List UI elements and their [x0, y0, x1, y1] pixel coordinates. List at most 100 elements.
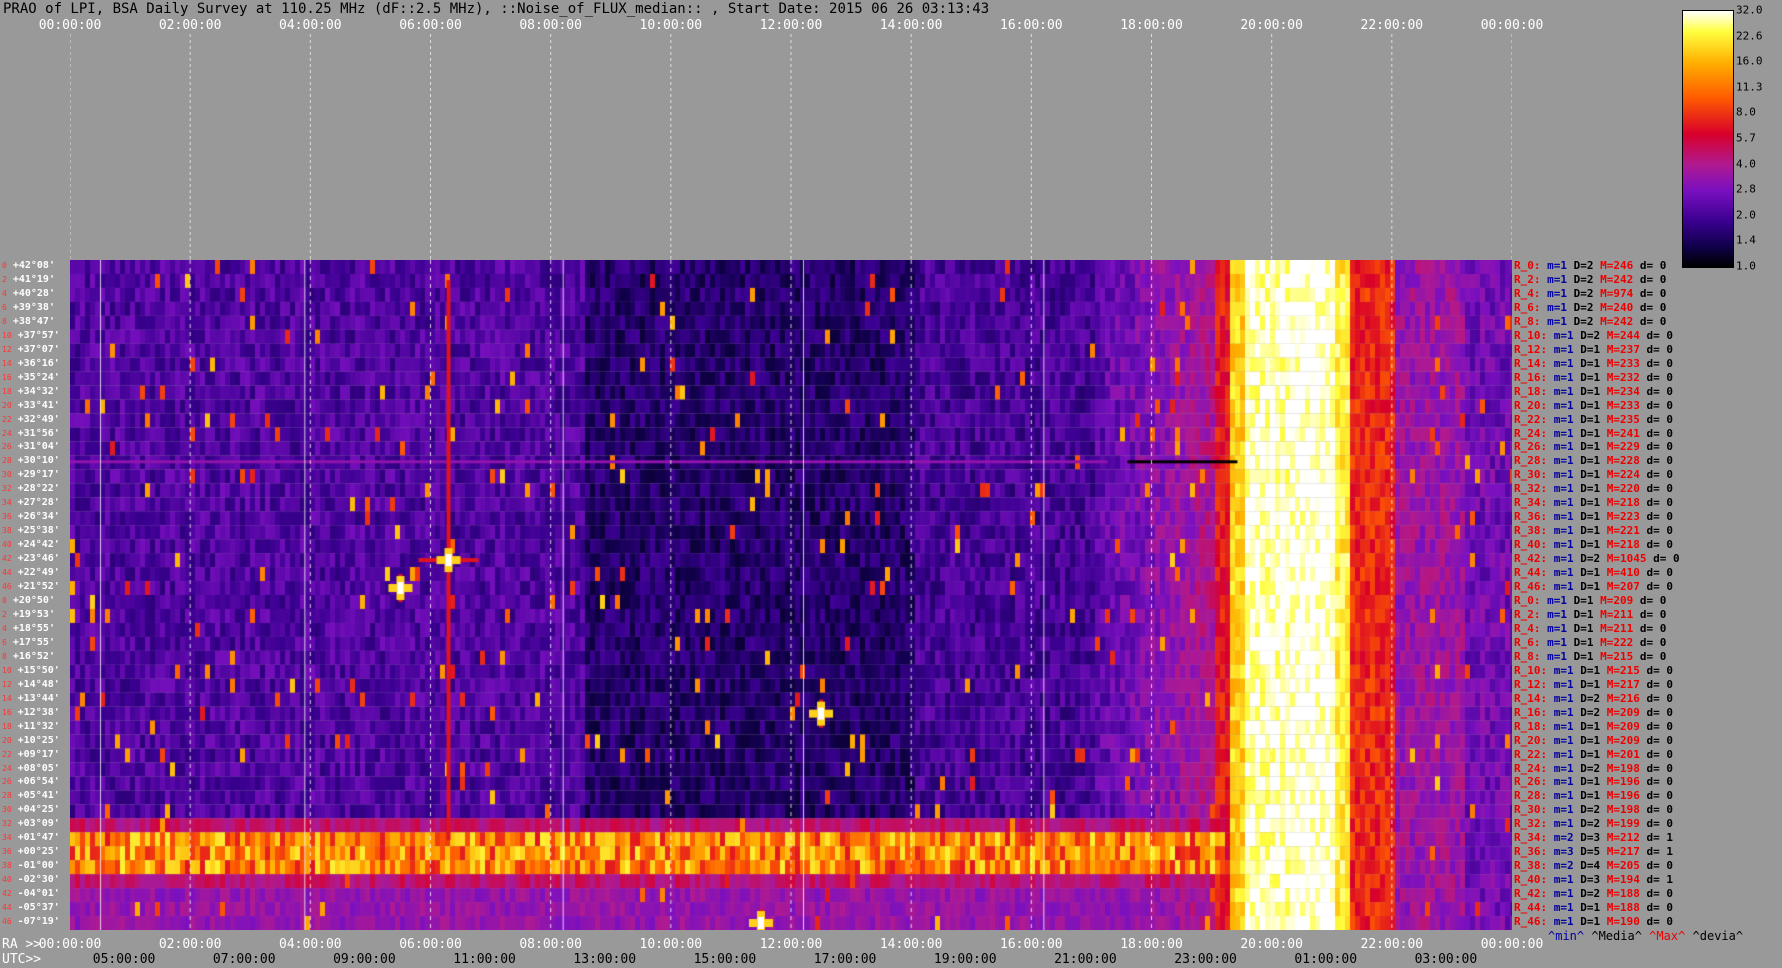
stats-row: R_28: m=1 D=1 M=228 d= 0: [1514, 454, 1673, 467]
max-value: M=224: [1606, 468, 1647, 482]
max-value: M=217: [1606, 677, 1647, 691]
utc-axis-tick: 09:00:00: [333, 952, 396, 967]
declination-label: 18 +34°32': [2, 386, 60, 398]
colorbar-labels: 32.0 22.6 16.0 11.3 8.0 5.7 4.0 2.8 2.0 1.4 1.0: [1736, 4, 1782, 273]
stats-row: R_8: m=1 D=2 M=242 d= 0: [1514, 315, 1666, 328]
declination-value: +20°50': [12, 595, 55, 606]
beam-name: R_36:: [1514, 510, 1554, 524]
colorbar-label: 5.7: [1736, 131, 1756, 145]
median-value: D=2: [1580, 552, 1607, 566]
beam-name: R_38:: [1514, 524, 1554, 538]
declination-value: +23°46': [17, 553, 60, 565]
deviation-value: d= 0: [1646, 775, 1674, 789]
beam-name: R_22:: [1514, 747, 1554, 761]
beam-name: R_16:: [1514, 370, 1554, 384]
ra-axis-tick: 18:00:00: [1120, 937, 1183, 952]
declination-label: 40 -02°30': [2, 874, 60, 886]
declination-label: 30 +29°17': [2, 469, 60, 481]
ra-axis-tick: 12:00:00: [759, 937, 823, 952]
deviation-value: d= 0: [1646, 482, 1674, 496]
deviation-value: d= 0: [1639, 259, 1667, 272]
max-value: M=223: [1606, 510, 1647, 524]
median-value: D=1: [1573, 635, 1601, 649]
declination-label: 20 +10°25': [2, 735, 60, 747]
declination-value: -04°01': [17, 888, 60, 900]
median-value: D=2: [1573, 300, 1601, 314]
min-value: m=1: [1553, 566, 1581, 580]
stats-row: R_0: m=1 D=1 M=209 d= 0: [1514, 594, 1666, 607]
colorbar-label: 22.6: [1736, 29, 1763, 43]
beam-name: R_32:: [1514, 817, 1554, 831]
median-value: D=2: [1580, 705, 1607, 719]
stats-row: R_2: m=1 D=1 M=211 d= 0: [1514, 608, 1666, 621]
declination-label: 36 +26°34': [2, 511, 60, 523]
declination-value: +22°49': [17, 567, 60, 579]
declination-label: 4 +40°28': [2, 288, 55, 300]
deviation-value: d= 0: [1646, 524, 1674, 538]
min-value: m=1: [1553, 370, 1581, 384]
beam-name: R_16:: [1514, 705, 1554, 719]
top-axis-tick: 04:00:00: [279, 18, 342, 33]
beam-name: R_28:: [1514, 454, 1554, 468]
stats-row: R_32: m=1 D=1 M=220 d= 0: [1514, 482, 1673, 495]
declination-value: +00°25': [17, 846, 60, 858]
stats-row: R_34: m=1 D=1 M=218 d= 0: [1514, 496, 1673, 509]
max-value: M=209: [1606, 733, 1647, 747]
declination-value: +13°44': [17, 692, 60, 704]
stats-row: R_14: m=1 D=2 M=216 d= 0: [1514, 692, 1673, 705]
min-value: m=1: [1553, 775, 1581, 789]
deviation-value: d= 0: [1646, 580, 1674, 594]
max-value: M=196: [1606, 789, 1647, 803]
deviation-value: d= 0: [1646, 789, 1674, 803]
min-value: m=3: [1553, 845, 1581, 859]
max-value: M=218: [1606, 496, 1647, 510]
declination-value: +10°25': [17, 734, 60, 746]
median-value: D=1: [1580, 789, 1607, 803]
median-value: D=2: [1580, 328, 1607, 342]
ra-axis-tick: 22:00:00: [1360, 937, 1424, 952]
beam-name: R_44:: [1514, 566, 1554, 580]
colorbar-label: 1.4: [1736, 233, 1756, 247]
max-value: M=974: [1600, 286, 1640, 300]
beam-index: 10: [2, 330, 12, 340]
declination-label: 32 +03°09': [2, 818, 60, 830]
max-value: M=222: [1600, 635, 1640, 649]
declination-label: 16 +12°38': [2, 707, 60, 719]
declination-value: +03°09': [17, 818, 60, 830]
top-axis-tick: 20:00:00: [1240, 18, 1303, 33]
max-value: M=234: [1606, 384, 1647, 398]
beam-name: R_42:: [1514, 887, 1554, 901]
stats-row: R_40: m=1 D=3 M=194 d= 1: [1514, 873, 1673, 886]
beam-name: R_30:: [1514, 803, 1554, 817]
beam-index: 46: [2, 917, 12, 927]
ra-axis-tick: 02:00:00: [158, 937, 222, 952]
upper-empty-plot-area: [70, 34, 1512, 260]
beam-name: R_10:: [1514, 663, 1554, 677]
min-value: m=1: [1547, 286, 1574, 300]
beam-name: R_14:: [1514, 691, 1554, 705]
max-value: M=228: [1606, 454, 1647, 468]
beam-index: 0: [2, 261, 7, 270]
declination-value: +26°34': [17, 511, 60, 523]
stats-row: R_38: m=1 D=1 M=221 d= 0: [1514, 524, 1673, 537]
declination-label: 38 +25°38': [2, 525, 60, 537]
deviation-value: d= 0: [1646, 803, 1674, 817]
deviation-value: d= 0: [1646, 370, 1674, 384]
beam-index: 42: [2, 889, 12, 899]
stats-row: R_34: m=2 D=3 M=212 d= 1: [1514, 831, 1673, 844]
ra-axis-tick: 20:00:00: [1240, 937, 1303, 952]
median-value: D=1: [1580, 719, 1607, 733]
median-value: D=1: [1580, 747, 1607, 761]
beam-name: R_18:: [1514, 384, 1554, 398]
max-value: M=205: [1606, 859, 1647, 873]
deviation-value: d= 1: [1646, 831, 1674, 845]
declination-value: +33°41': [17, 399, 60, 411]
median-value: D=1: [1580, 775, 1607, 789]
utc-axis-tick: 17:00:00: [813, 952, 877, 967]
beam-index: 12: [2, 679, 12, 689]
deviation-value: d= 0: [1639, 272, 1667, 286]
stats-row: R_30: m=1 D=2 M=198 d= 0: [1514, 803, 1673, 816]
beam-index: 20: [2, 735, 12, 745]
ra-axis: 00:00:00 02:00:00 04:00:00 06:00:00 08:00:00…: [0, 937, 1782, 952]
median-value: D=2: [1580, 691, 1607, 705]
